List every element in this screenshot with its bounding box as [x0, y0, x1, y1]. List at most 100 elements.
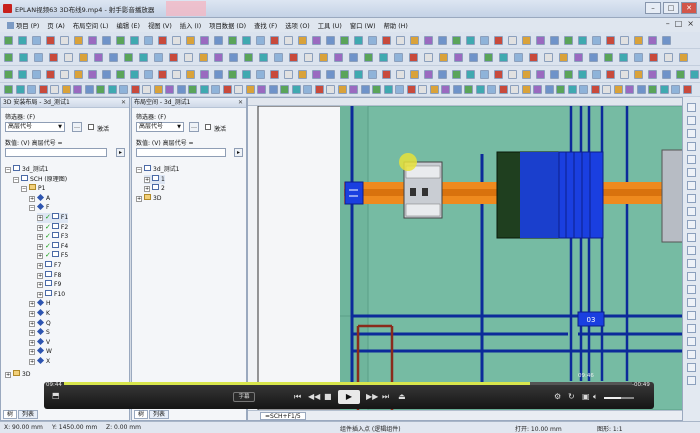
expand-icon[interactable]: +	[37, 291, 43, 298]
expand-icon[interactable]: +	[29, 311, 35, 317]
side-tool-icon[interactable]	[687, 142, 696, 151]
tree-node[interactable]: − 3d_测试1	[136, 165, 179, 175]
toolbar-button-icon[interactable]	[340, 70, 349, 79]
side-tool-icon[interactable]	[687, 116, 696, 125]
toolbar-button-icon[interactable]	[410, 70, 419, 79]
toolbar-button-icon[interactable]	[50, 85, 59, 94]
collapse-icon[interactable]: −	[5, 167, 11, 173]
toolbar-button-icon[interactable]	[153, 85, 163, 94]
toolbar-button-icon[interactable]	[74, 36, 83, 45]
toolbar-button-icon[interactable]	[410, 36, 419, 45]
toolbar-button-icon[interactable]	[424, 36, 433, 45]
value-apply-button[interactable]: ▸	[116, 148, 125, 157]
toolbar-button-icon[interactable]	[4, 85, 13, 94]
snapshot-icon[interactable]: ▣	[582, 392, 590, 402]
toolbar-button-icon[interactable]	[619, 53, 628, 62]
open-icon[interactable]: ⏏	[398, 392, 406, 402]
side-tool-icon[interactable]	[687, 181, 696, 190]
expand-icon[interactable]: +	[29, 339, 35, 346]
filter-more-button[interactable]: …	[189, 122, 199, 132]
close-button[interactable]: ✕	[681, 2, 697, 14]
toolbar-button-icon[interactable]	[574, 53, 583, 62]
toolbar-button-icon[interactable]	[620, 36, 629, 45]
toolbar-button-icon[interactable]	[510, 85, 519, 94]
toolbar-button-icon[interactable]	[109, 53, 118, 62]
toolbar-button-icon[interactable]	[364, 53, 373, 62]
side-tool-icon[interactable]	[687, 168, 696, 177]
toolbar-button-icon[interactable]	[242, 36, 251, 45]
menu-help[interactable]: 帮助 (H)	[382, 21, 410, 30]
toolbar-button-icon[interactable]	[634, 36, 643, 45]
doc-close-button[interactable]: ×	[687, 19, 694, 28]
side-tool-icon[interactable]	[687, 259, 696, 268]
side-tool-icon[interactable]	[687, 311, 696, 320]
toolbar-button-icon[interactable]	[200, 36, 209, 45]
toolbar-button-icon[interactable]	[154, 53, 163, 62]
toolbar-button-icon[interactable]	[466, 70, 475, 79]
toolbar-button-icon[interactable]	[280, 85, 289, 94]
side-tool-icon[interactable]	[687, 376, 696, 385]
toolbar-button-icon[interactable]	[4, 70, 13, 79]
toolbar-button-icon[interactable]	[228, 36, 237, 45]
toolbar-button-icon[interactable]	[130, 85, 140, 94]
toolbar-button-icon[interactable]	[319, 53, 328, 62]
activate-checkbox[interactable]	[88, 124, 94, 130]
toolbar-button-icon[interactable]	[662, 36, 671, 45]
value-input[interactable]	[136, 148, 226, 157]
toolbar-button-icon[interactable]	[676, 70, 685, 79]
expand-icon[interactable]: +	[37, 253, 43, 260]
toolbar-button-icon[interactable]	[61, 85, 71, 94]
toolbar-button-icon[interactable]	[245, 85, 255, 94]
expand-icon[interactable]: +	[37, 224, 43, 231]
menu-tools[interactable]: 工具 (U)	[316, 21, 344, 30]
toolbar-button-icon[interactable]	[165, 85, 174, 94]
expand-icon[interactable]: +	[37, 272, 43, 279]
side-tool-icon[interactable]	[687, 272, 696, 281]
toolbar-button-icon[interactable]	[394, 53, 403, 62]
tree-node[interactable]: + ✓ F4	[37, 241, 68, 252]
layout-canvas[interactable]: 03 =SCH+F1/5	[247, 97, 683, 421]
toolbar-button-icon[interactable]	[284, 36, 293, 45]
toolbar-button-icon[interactable]	[354, 36, 363, 45]
toolbar-button-icon[interactable]	[589, 53, 598, 62]
toolbar-button-icon[interactable]	[298, 36, 307, 45]
toolbar-button-icon[interactable]	[438, 70, 447, 79]
tab-tree[interactable]: 树	[134, 410, 149, 419]
toolbar-button-icon[interactable]	[662, 70, 671, 79]
collapse-icon[interactable]: −	[136, 167, 142, 173]
toolbar-button-icon[interactable]	[514, 53, 523, 62]
toolbar-button-icon[interactable]	[172, 36, 181, 45]
toolbar-button-icon[interactable]	[337, 85, 347, 94]
toolbar-button-icon[interactable]	[452, 85, 462, 94]
toolbar-button-icon[interactable]	[544, 85, 554, 94]
collapse-icon[interactable]: −	[13, 176, 19, 183]
value-input[interactable]	[5, 148, 107, 157]
toolbar-button-icon[interactable]	[312, 36, 321, 45]
toolbar-button-icon[interactable]	[234, 85, 243, 94]
tree-node[interactable]: + F8	[37, 270, 61, 281]
toolbar-button-icon[interactable]	[590, 85, 600, 94]
tree-node[interactable]: + ✓ F3	[37, 232, 68, 242]
minimize-button[interactable]: –	[645, 2, 661, 14]
toolbar-button-icon[interactable]	[229, 53, 238, 62]
toolbar-button-icon[interactable]	[186, 70, 195, 79]
menu-find[interactable]: 查找 (F)	[252, 21, 279, 30]
expand-icon[interactable]: +	[29, 330, 35, 337]
toolbar-button-icon[interactable]	[452, 70, 461, 79]
rewind-icon[interactable]: ◀◀	[308, 392, 320, 402]
toolbar-button-icon[interactable]	[620, 70, 629, 79]
tree-node[interactable]: − 3d_测试1	[5, 165, 48, 175]
toolbar-button-icon[interactable]	[466, 36, 475, 45]
toolbar-button-icon[interactable]	[544, 53, 553, 62]
toolbar-button-icon[interactable]	[379, 53, 388, 62]
toolbar-button-icon[interactable]	[314, 85, 324, 94]
play-button[interactable]: ▶	[338, 390, 360, 404]
toolbar-button-icon[interactable]	[368, 36, 377, 45]
side-tool-icon[interactable]	[687, 207, 696, 216]
menu-layout-space[interactable]: 布局空间 (L)	[71, 21, 111, 30]
expand-icon[interactable]: +	[144, 186, 150, 193]
toolbar-button-icon[interactable]	[556, 85, 565, 94]
toolbar-button-icon[interactable]	[257, 85, 266, 94]
toolbar-button-icon[interactable]	[326, 85, 335, 94]
tree-node[interactable]: − SCH (原理图)	[13, 174, 67, 185]
